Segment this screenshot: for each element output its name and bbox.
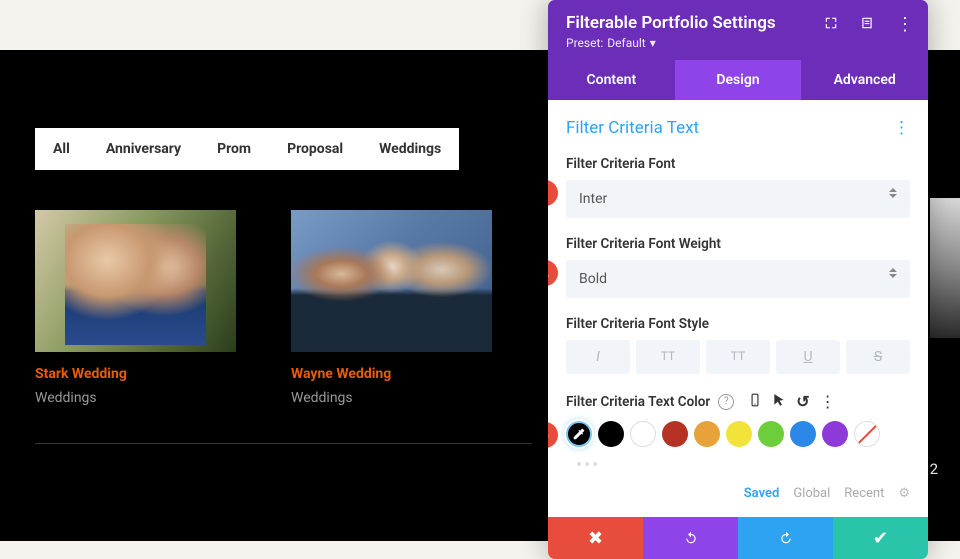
portfolio-area: All Anniversary Prom Proposal Weddings S… bbox=[35, 128, 545, 406]
divider bbox=[35, 443, 532, 444]
color-swatches bbox=[566, 421, 910, 447]
help-icon[interactable] bbox=[860, 15, 874, 34]
saved-tab[interactable]: Saved bbox=[744, 486, 780, 501]
filter-tab-all[interactable]: All bbox=[35, 128, 88, 170]
color-swatch-yellow[interactable] bbox=[726, 421, 752, 447]
style-button-group: I TT TT U S bbox=[566, 340, 910, 374]
style-label: Filter Criteria Font Style bbox=[566, 316, 910, 332]
tab-content[interactable]: Content bbox=[548, 60, 675, 100]
portfolio-category: Weddings bbox=[291, 390, 492, 406]
weight-label: Filter Criteria Font Weight bbox=[566, 236, 910, 252]
color-swatch-green[interactable] bbox=[758, 421, 784, 447]
color-swatch-white[interactable] bbox=[630, 421, 656, 447]
more-icon[interactable]: ⋮ bbox=[896, 14, 914, 35]
cancel-button[interactable]: ✖ bbox=[548, 517, 643, 559]
field-style: Filter Criteria Font Style I TT TT U S bbox=[566, 316, 910, 374]
gear-icon[interactable]: ⚙ bbox=[898, 486, 910, 501]
section-more-icon[interactable]: ⋮ bbox=[893, 118, 910, 138]
preset-label: Preset: bbox=[566, 36, 603, 50]
more-colors-icon[interactable]: ••• bbox=[576, 455, 910, 476]
save-button[interactable]: ✔ bbox=[833, 517, 928, 559]
field-color: 3 Filter Criteria Text Color ? ↺ ⋮ bbox=[566, 392, 910, 501]
color-tabs: Saved Global Recent ⚙ bbox=[566, 486, 910, 501]
color-swatch-black[interactable] bbox=[598, 421, 624, 447]
expand-icon[interactable] bbox=[824, 15, 838, 34]
portfolio-item[interactable]: Stark Wedding Weddings bbox=[35, 210, 236, 406]
field-font: 1 Filter Criteria Font Inter bbox=[566, 156, 910, 218]
color-swatch-red[interactable] bbox=[662, 421, 688, 447]
portfolio-image[interactable] bbox=[35, 210, 236, 352]
smallcaps-button[interactable]: TT bbox=[706, 340, 770, 374]
panel-header[interactable]: Filterable Portfolio Settings Preset: De… bbox=[548, 0, 928, 60]
eyedropper-button[interactable] bbox=[566, 421, 592, 447]
portfolio-title: Stark Wedding bbox=[35, 366, 236, 382]
underline-button[interactable]: U bbox=[776, 340, 840, 374]
filter-tab-anniversary[interactable]: Anniversary bbox=[88, 128, 199, 170]
portfolio-category: Weddings bbox=[35, 390, 236, 406]
filter-bar: All Anniversary Prom Proposal Weddings bbox=[35, 128, 459, 170]
panel-tabs: Content Design Advanced bbox=[548, 60, 928, 100]
portfolio-grid: Stark Wedding Weddings Wayne Wedding Wed… bbox=[35, 210, 545, 406]
tab-design[interactable]: Design bbox=[675, 60, 802, 100]
portfolio-title: Wayne Wedding bbox=[291, 366, 492, 382]
portfolio-item[interactable]: Wayne Wedding Weddings bbox=[291, 210, 492, 406]
pagination-number: 2 bbox=[930, 460, 938, 478]
panel-footer: ✖ ✔ bbox=[548, 517, 928, 559]
settings-panel: Filterable Portfolio Settings Preset: De… bbox=[548, 0, 928, 559]
color-swatch-blue[interactable] bbox=[790, 421, 816, 447]
undo-button[interactable] bbox=[643, 517, 738, 559]
annotation-badge-3: 3 bbox=[548, 422, 558, 448]
chevron-down-icon: ▾ bbox=[650, 36, 656, 50]
color-swatch-purple[interactable] bbox=[822, 421, 848, 447]
color-swatch-orange[interactable] bbox=[694, 421, 720, 447]
field-weight: 2 Filter Criteria Font Weight Bold bbox=[566, 236, 910, 298]
global-tab[interactable]: Global bbox=[793, 486, 830, 501]
tab-advanced[interactable]: Advanced bbox=[801, 60, 928, 100]
portfolio-image[interactable] bbox=[291, 210, 492, 352]
font-label: Filter Criteria Font bbox=[566, 156, 910, 172]
filter-tab-proposal[interactable]: Proposal bbox=[269, 128, 361, 170]
section-title[interactable]: Filter Criteria Text ⋮ bbox=[566, 118, 910, 138]
preset-value: Default bbox=[607, 36, 645, 50]
filter-tab-prom[interactable]: Prom bbox=[199, 128, 269, 170]
weight-select[interactable]: Bold bbox=[566, 260, 910, 298]
annotation-badge-2: 2 bbox=[548, 260, 558, 286]
redo-button[interactable] bbox=[738, 517, 833, 559]
next-portfolio-peek[interactable] bbox=[930, 198, 960, 338]
uppercase-button[interactable]: TT bbox=[636, 340, 700, 374]
strikethrough-button[interactable]: S bbox=[846, 340, 910, 374]
recent-tab[interactable]: Recent bbox=[844, 486, 884, 501]
color-label: Filter Criteria Text Color bbox=[566, 394, 710, 410]
panel-preset[interactable]: Preset: Default ▾ bbox=[566, 36, 910, 50]
help-icon[interactable]: ? bbox=[718, 394, 734, 410]
italic-button[interactable]: I bbox=[566, 340, 630, 374]
reset-icon[interactable]: ↺ bbox=[796, 392, 809, 411]
panel-body: Filter Criteria Text ⋮ 1 Filter Criteria… bbox=[548, 100, 928, 517]
annotation-badge-1: 1 bbox=[548, 180, 558, 206]
phone-icon[interactable] bbox=[748, 392, 762, 411]
font-select[interactable]: Inter bbox=[566, 180, 910, 218]
section-title-text: Filter Criteria Text bbox=[566, 118, 699, 138]
cursor-icon[interactable] bbox=[772, 392, 786, 411]
filter-tab-weddings[interactable]: Weddings bbox=[361, 128, 459, 170]
more-options-icon[interactable]: ⋮ bbox=[820, 392, 836, 411]
color-swatch-transparent[interactable] bbox=[854, 421, 880, 447]
